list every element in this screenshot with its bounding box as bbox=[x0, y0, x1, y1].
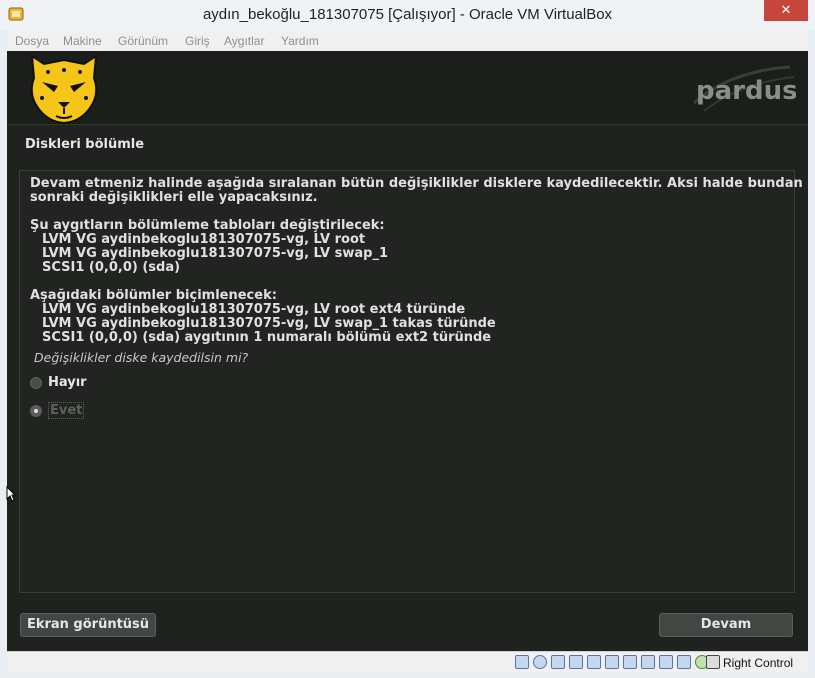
dialog-title: Diskleri bölümle bbox=[25, 137, 145, 152]
pardus-cat-logo-icon bbox=[30, 54, 98, 124]
format-item: SCSI1 (0,0,0) (sda) aygıtının 1 numaralı… bbox=[42, 330, 492, 345]
partition-tables-heading: Şu aygıtların bölümleme tabloları değişt… bbox=[30, 218, 385, 233]
cpu-icon[interactable] bbox=[677, 655, 691, 669]
keyboard-icon[interactable] bbox=[706, 655, 720, 669]
menu-bar: Dosya Makine Görünüm Giriş Aygıtlar Yard… bbox=[7, 30, 808, 51]
content-panel: Devam etmeniz halinde aşağıda sıralanan … bbox=[19, 170, 803, 593]
hard-disk-icon[interactable] bbox=[515, 655, 529, 669]
guest-screen[interactable]: pardus Diskleri bölümle Devam etmeniz ha… bbox=[7, 51, 808, 651]
pardus-wordmark-logo: pardus bbox=[693, 65, 796, 112]
continue-button[interactable]: Devam bbox=[659, 613, 793, 637]
format-heading: Aşağıdaki bölümler biçimlenecek: bbox=[30, 288, 277, 303]
partition-table-item: SCSI1 (0,0,0) (sda) bbox=[42, 260, 181, 275]
screenshot-button[interactable]: Ekran görüntüsü bbox=[20, 613, 156, 637]
menu-yardim[interactable]: Yardım bbox=[281, 34, 319, 48]
menu-makine[interactable]: Makine bbox=[63, 34, 102, 48]
mouse-cursor-icon bbox=[6, 486, 16, 502]
video-capture-icon[interactable] bbox=[641, 655, 655, 669]
window-title: aydın_bekoğlu_181307075 [Çalışıyor] - Or… bbox=[202, 6, 613, 23]
network-icon[interactable] bbox=[569, 655, 583, 669]
format-item: LVM VG aydinbekoglu181307075-vg, LV swap… bbox=[42, 316, 496, 331]
close-button[interactable]: ✕ bbox=[764, 0, 808, 21]
recording-icon[interactable] bbox=[659, 655, 673, 669]
partition-table-item: LVM VG aydinbekoglu181307075-vg, LV root bbox=[42, 232, 366, 247]
menu-giris[interactable]: Giriş bbox=[185, 34, 210, 48]
menu-dosya[interactable]: Dosya bbox=[15, 34, 49, 48]
shared-folders-icon[interactable] bbox=[605, 655, 619, 669]
menu-aygitlar[interactable]: Aygıtlar bbox=[224, 34, 264, 48]
option-evet-label: Evet bbox=[48, 402, 85, 419]
usb-icon[interactable] bbox=[587, 655, 601, 669]
radio-evet[interactable] bbox=[30, 405, 42, 417]
window-titlebar[interactable]: aydın_bekoğlu_181307075 [Çalışıyor] - Or… bbox=[0, 0, 815, 30]
option-hayir-label: Hayır bbox=[48, 375, 87, 390]
radio-hayir[interactable] bbox=[30, 377, 42, 389]
confirm-question: Değişiklikler diske kaydedilsin mi? bbox=[34, 350, 249, 365]
host-key-label: Right Control bbox=[723, 656, 794, 670]
svg-text:pardus: pardus bbox=[696, 76, 796, 106]
status-bar: Right Control bbox=[7, 651, 808, 673]
audio-icon[interactable] bbox=[551, 655, 565, 669]
optical-drive-icon[interactable] bbox=[533, 655, 547, 669]
partition-table-item: LVM VG aydinbekoglu181307075-vg, LV swap… bbox=[42, 246, 389, 261]
intro-text: Devam etmeniz halinde aşağıda sıralanan … bbox=[30, 176, 803, 205]
installer-header: pardus bbox=[7, 51, 808, 125]
display-icon[interactable] bbox=[623, 655, 637, 669]
menu-gorunum[interactable]: Görünüm bbox=[118, 34, 168, 48]
format-item: LVM VG aydinbekoglu181307075-vg, LV root… bbox=[42, 302, 466, 317]
